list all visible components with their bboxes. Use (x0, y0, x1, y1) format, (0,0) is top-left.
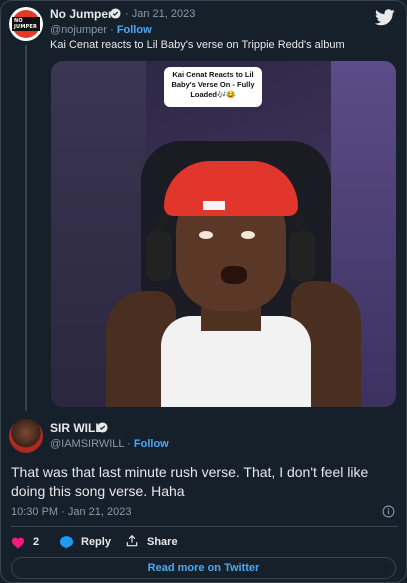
tweet-timestamp[interactable]: 10:30 PM · Jan 21, 2023 (11, 506, 131, 518)
video-cap-logo (203, 201, 225, 210)
video-caption-line-2: Baby's Verse On - Fully (171, 80, 255, 89)
tweet-text-1: Kai Cenat reacts to Lil Baby's verse on … (50, 39, 345, 51)
tweet-text-2: That was that last minute rush verse. Th… (11, 464, 369, 499)
handle-text-1[interactable]: @nojumper · (50, 24, 117, 36)
tweet-embed-card: NO JUMPER No Jumper · Jan 21, 2023 @noju… (0, 0, 407, 583)
follow-button-2[interactable]: Follow (134, 438, 169, 450)
video-red-cap (164, 161, 298, 216)
handle-text-2[interactable]: @IAMSIRWILL · (50, 438, 134, 450)
video-earcup-right (289, 231, 315, 281)
reply-icon[interactable] (59, 535, 74, 549)
verified-badge-icon (97, 422, 108, 433)
thread-line (25, 45, 27, 411)
tweet-date-1[interactable]: · Jan 21, 2023 (125, 8, 195, 20)
video-mouth (221, 266, 247, 284)
actions-divider (11, 526, 398, 527)
video-eye-left (199, 231, 213, 239)
sirwill-avatar[interactable] (9, 419, 43, 453)
author-handle-1: @nojumper · Follow (50, 24, 152, 36)
reply-button[interactable]: Reply (81, 536, 111, 548)
read-more-button[interactable]: Read more on Twitter (11, 557, 396, 579)
share-button[interactable]: Share (147, 536, 178, 548)
video-caption-line-3: Loaded🎶😂 (190, 90, 236, 99)
heart-icon[interactable] (11, 536, 25, 549)
tweet-video[interactable]: Kai Cenat Reacts to Lil Baby's Verse On … (51, 61, 396, 407)
video-caption-box: Kai Cenat Reacts to Lil Baby's Verse On … (164, 67, 262, 107)
author-handle-2: @IAMSIRWILL · Follow (50, 438, 169, 450)
author-name-2[interactable]: SIR WILL (50, 421, 103, 435)
follow-button-1[interactable]: Follow (117, 24, 152, 36)
verified-badge-icon (110, 8, 121, 19)
video-earcup-left (146, 231, 172, 281)
nojumper-avatar-inner: NO JUMPER (12, 10, 40, 38)
video-caption-line-1: Kai Cenat Reacts to Lil (172, 70, 254, 79)
twitter-bird-icon[interactable] (375, 9, 395, 26)
nojumper-avatar[interactable]: NO JUMPER (9, 7, 43, 41)
video-eye-right (241, 231, 255, 239)
author-name-1[interactable]: No Jumper (50, 7, 113, 21)
nojumper-avatar-badge: NO JUMPER (12, 17, 40, 31)
share-icon[interactable] (125, 534, 139, 548)
like-count[interactable]: 2 (33, 536, 39, 548)
info-icon[interactable] (382, 505, 395, 518)
